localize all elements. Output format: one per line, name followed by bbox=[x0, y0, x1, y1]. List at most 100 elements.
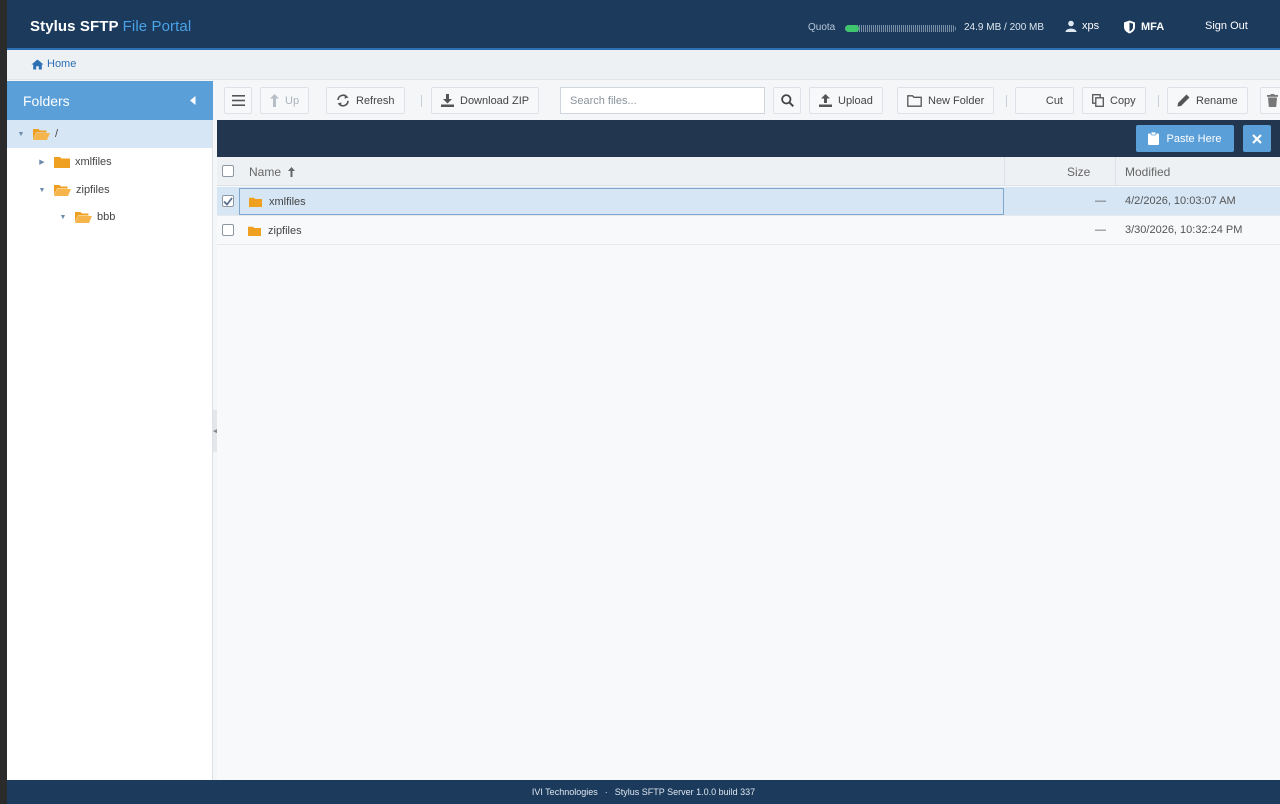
folder-icon bbox=[248, 226, 261, 236]
brand[interactable]: Stylus SFTP File Portal bbox=[30, 18, 191, 35]
up-label: Up bbox=[285, 94, 300, 107]
footer-version: Stylus SFTP Server 1.0.0 build 337 bbox=[614, 787, 756, 797]
breadcrumb-home[interactable]: Home bbox=[31, 58, 76, 70]
hamburger-icon bbox=[231, 95, 245, 106]
quota-bar bbox=[845, 25, 956, 32]
search-icon bbox=[780, 94, 794, 107]
paste-here-label: Paste Here bbox=[1166, 132, 1222, 145]
pencil-icon bbox=[1177, 94, 1190, 107]
background-window-strip bbox=[0, 0, 7, 804]
row-size: — bbox=[1095, 224, 1106, 236]
refresh-button[interactable]: Refresh bbox=[326, 87, 405, 114]
row-size: — bbox=[1095, 195, 1106, 207]
open-folder-icon bbox=[33, 129, 50, 140]
close-paste-button[interactable] bbox=[1243, 125, 1271, 152]
tree-expand-icon[interactable]: ▼ bbox=[38, 187, 46, 194]
row-checkbox[interactable] bbox=[222, 195, 234, 207]
copy-icon bbox=[1092, 94, 1104, 107]
tree-item-label: / bbox=[55, 128, 59, 140]
brand-accent: File Portal bbox=[122, 18, 192, 35]
sidebar-title: Folders bbox=[23, 93, 70, 109]
download-zip-button[interactable]: Download ZIP bbox=[431, 87, 540, 114]
tree-item-root[interactable]: ▼ / bbox=[7, 120, 212, 148]
row-name: xmlfiles bbox=[269, 195, 306, 208]
user-menu[interactable]: xps bbox=[1065, 20, 1099, 32]
open-folder-icon bbox=[75, 212, 92, 223]
tree-collapsed-icon[interactable]: ▶ bbox=[38, 158, 46, 166]
close-icon bbox=[1252, 133, 1262, 144]
delete-button[interactable] bbox=[1260, 87, 1280, 114]
upload-button[interactable]: Upload bbox=[809, 87, 883, 114]
row-modified: 3/30/2026, 10:32:24 PM bbox=[1125, 224, 1243, 236]
toolbar-divider bbox=[421, 95, 422, 107]
up-arrow-icon bbox=[270, 94, 279, 107]
sign-out-button[interactable]: Sign Out bbox=[1205, 20, 1248, 32]
tree-item-bbb[interactable]: ▼ bbb bbox=[7, 203, 212, 231]
tree-item-label: zipfiles bbox=[76, 184, 110, 196]
search-button[interactable] bbox=[773, 87, 801, 114]
table-row[interactable]: zipfiles — 3/30/2026, 10:32:24 PM bbox=[217, 216, 1280, 245]
menu-button[interactable] bbox=[224, 87, 252, 114]
mfa-label: MFA bbox=[1141, 21, 1165, 33]
column-divider bbox=[1004, 157, 1005, 186]
sidebar-header: Folders bbox=[7, 81, 213, 120]
upload-label: Upload bbox=[838, 94, 873, 107]
download-icon bbox=[441, 94, 454, 107]
mfa-button[interactable]: MFA bbox=[1123, 20, 1164, 34]
tree-item-label: xmlfiles bbox=[75, 156, 112, 168]
collapse-sidebar-icon[interactable] bbox=[190, 96, 196, 105]
open-folder-icon bbox=[54, 185, 71, 196]
folder-icon bbox=[249, 197, 262, 207]
sort-up-icon bbox=[288, 167, 296, 177]
copy-button[interactable]: Copy bbox=[1082, 87, 1146, 114]
upload-icon bbox=[819, 94, 832, 107]
shield-icon bbox=[1124, 20, 1135, 34]
paste-bar: Paste Here bbox=[217, 120, 1280, 157]
tree-expand-icon[interactable]: ▼ bbox=[59, 214, 67, 221]
column-name-header[interactable]: Name bbox=[249, 165, 296, 179]
folder-sidebar: Folders ▼ / ▶ xmlfiles ▼ zipfiles ▼ bbb bbox=[7, 81, 213, 781]
tree-item-zipfiles[interactable]: ▼ zipfiles bbox=[7, 176, 212, 204]
checkmark-icon bbox=[223, 196, 233, 206]
rename-button[interactable]: Rename bbox=[1167, 87, 1248, 114]
table-header: Name Size Modified bbox=[217, 157, 1280, 186]
row-checkbox[interactable] bbox=[222, 224, 234, 236]
tree-item-xmlfiles[interactable]: ▶ xmlfiles bbox=[7, 148, 212, 176]
breadcrumb-bar: Home bbox=[7, 50, 1280, 80]
paste-here-button[interactable]: Paste Here bbox=[1136, 125, 1234, 152]
refresh-label: Refresh bbox=[356, 94, 395, 107]
search-input[interactable] bbox=[560, 87, 765, 114]
footer-separator: · bbox=[604, 787, 608, 797]
row-name-cell[interactable]: xmlfiles bbox=[239, 188, 1004, 215]
user-name: xps bbox=[1082, 20, 1100, 32]
cut-button[interactable]: Cut bbox=[1015, 87, 1074, 114]
cut-label: Cut bbox=[1045, 94, 1063, 107]
up-button[interactable]: Up bbox=[260, 87, 310, 114]
file-table: Name Size Modified xmlfiles — 4/2/2026, … bbox=[217, 157, 1280, 780]
toolbar-divider bbox=[1158, 95, 1159, 107]
user-icon bbox=[1065, 20, 1077, 32]
row-name: zipfiles bbox=[268, 224, 302, 237]
tree-expand-icon[interactable]: ▼ bbox=[17, 131, 25, 138]
trash-icon bbox=[1266, 94, 1278, 107]
new-folder-button[interactable]: New Folder bbox=[897, 87, 995, 114]
rename-label: Rename bbox=[1196, 94, 1238, 107]
column-size-header[interactable]: Size bbox=[1067, 165, 1090, 179]
download-zip-label: Download ZIP bbox=[460, 94, 530, 107]
column-divider bbox=[1115, 157, 1116, 186]
sign-out-label: Sign Out bbox=[1205, 20, 1248, 32]
copy-label: Copy bbox=[1110, 94, 1136, 107]
file-portal-window: Stylus SFTP File Portal Quota 24.9 MB / … bbox=[7, 0, 1280, 804]
row-name-cell[interactable]: zipfiles bbox=[239, 217, 1004, 244]
refresh-icon bbox=[337, 94, 349, 107]
table-row[interactable]: xmlfiles — 4/2/2026, 10:03:07 AM bbox=[217, 187, 1280, 216]
tree-item-label: bbb bbox=[97, 211, 116, 223]
quota-fill bbox=[845, 25, 859, 32]
folder-icon bbox=[54, 157, 70, 168]
clipboard-icon bbox=[1148, 132, 1160, 145]
select-all-checkbox[interactable] bbox=[222, 165, 234, 177]
column-modified-header[interactable]: Modified bbox=[1125, 165, 1170, 179]
app-header: Stylus SFTP File Portal Quota 24.9 MB / … bbox=[7, 0, 1280, 50]
home-icon bbox=[31, 59, 44, 69]
breadcrumb-home-label: Home bbox=[47, 58, 77, 70]
